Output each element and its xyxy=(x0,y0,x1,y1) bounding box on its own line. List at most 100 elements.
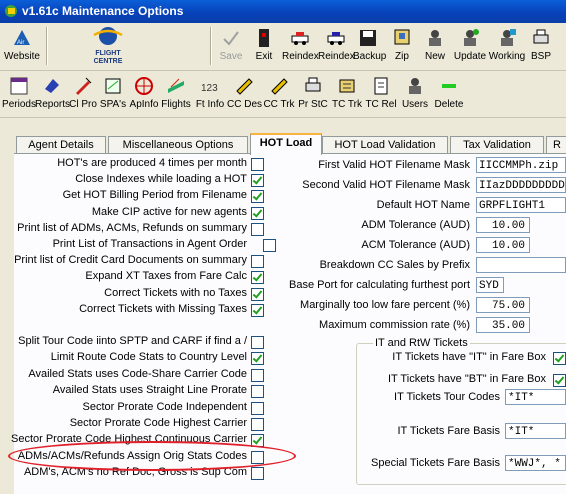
field-label: ACM Tolerance (AUD) xyxy=(361,239,470,251)
option-checkbox[interactable] xyxy=(251,158,264,171)
svg-text:123: 123 xyxy=(201,83,218,94)
option-checkbox[interactable] xyxy=(251,401,264,415)
new-button[interactable]: New xyxy=(420,27,450,62)
flights-icon xyxy=(168,78,184,93)
tab-hot-load[interactable]: HOT Load xyxy=(250,133,322,155)
field-input[interactable]: 75.00 xyxy=(476,297,530,313)
option-checkbox[interactable] xyxy=(251,255,264,269)
reports-icon xyxy=(45,79,59,93)
fare-basis-input[interactable]: *IT* xyxy=(505,423,566,439)
option-label: Split Tour Code iinto SPTP and CARF if f… xyxy=(18,335,247,347)
secondary-toolbar: Periods Reports Cl Pro SPA's ApInfo Flig… xyxy=(0,71,566,118)
tab-strip: Agent Details Miscellaneous Options HOT … xyxy=(0,133,566,155)
option-checkbox[interactable] xyxy=(251,336,264,349)
it-fare-box-checkbox[interactable] xyxy=(553,352,566,365)
bt-fare-box-checkbox[interactable] xyxy=(553,374,566,387)
pr-stc-button[interactable]: Pr StC xyxy=(296,75,330,110)
working-button[interactable]: Working xyxy=(487,27,527,62)
zip-button[interactable]: Zip xyxy=(387,27,417,62)
window-title: v1.61c Maintenance Options xyxy=(22,4,184,18)
exit-button[interactable]: Exit xyxy=(250,27,278,62)
apinfo-button[interactable]: ApInfo xyxy=(128,75,160,110)
printer-icon xyxy=(305,77,321,92)
pencil-icon xyxy=(76,77,92,95)
toolbar-separator xyxy=(210,27,212,65)
cc-des-button[interactable]: CC Des xyxy=(227,75,262,110)
tc-trk-button[interactable]: TC Trk xyxy=(330,75,364,110)
new-icon xyxy=(429,30,441,46)
field-input[interactable] xyxy=(476,257,566,273)
reindex-backup-button[interactable]: Reindex xyxy=(318,27,355,62)
option-checkbox[interactable] xyxy=(251,385,264,399)
field-input[interactable]: IICCMMPh.zip xyxy=(476,157,566,173)
tab-agent-details[interactable]: Agent Details xyxy=(16,136,106,153)
option-checkbox[interactable] xyxy=(251,303,264,317)
option-label: Get HOT Billing Period from Filename xyxy=(62,189,247,202)
cc-trk-button[interactable]: CC Trk xyxy=(261,75,297,110)
car-icon xyxy=(291,32,309,45)
tab-hot-load-validation[interactable]: HOT Load Validation xyxy=(322,136,448,153)
option-checkbox[interactable] xyxy=(251,352,264,366)
flight-centre-logo: FLIGHT CENTRE xyxy=(78,25,138,67)
save-button[interactable]: Save xyxy=(215,27,247,62)
bsp-button[interactable]: BSP xyxy=(528,27,554,62)
tab-tax-validation[interactable]: Tax Validation xyxy=(450,136,544,153)
field-input[interactable]: 10.00 xyxy=(476,217,530,233)
group-title: IT and RtW Tickets xyxy=(373,337,470,349)
field-label: Maximum commission rate (%) xyxy=(319,319,470,331)
floppy-icon xyxy=(360,30,376,46)
special-fare-basis-input[interactable]: *WWJ*, * xyxy=(505,455,566,471)
tc-rel-button[interactable]: TC Rel xyxy=(364,75,398,110)
tab-miscellaneous-options[interactable]: Miscellaneous Options xyxy=(108,136,248,153)
update-button[interactable]: Update xyxy=(452,27,488,62)
option-checkbox[interactable] xyxy=(251,190,264,204)
delete-button[interactable]: Delete xyxy=(432,75,466,110)
field-input[interactable]: SYD xyxy=(476,277,504,293)
option-checkbox[interactable] xyxy=(251,271,264,285)
globe-icon xyxy=(93,27,123,45)
tab-more[interactable]: R xyxy=(546,136,566,153)
option-checkbox[interactable] xyxy=(251,174,264,188)
website-button[interactable]: Air Website xyxy=(2,27,42,62)
users-button[interactable]: Users xyxy=(398,75,432,110)
check-icon xyxy=(223,31,239,46)
backup-button[interactable]: Backup xyxy=(353,27,386,62)
option-checkbox[interactable] xyxy=(251,222,264,236)
card-icon xyxy=(271,78,288,95)
fare-basis-label: IT Tickets Fare Basis xyxy=(397,425,501,437)
option-label: Availed Stats uses Code-Share Carrier Co… xyxy=(28,367,247,380)
option-checkbox[interactable] xyxy=(263,239,276,252)
svg-text:Air: Air xyxy=(17,40,24,46)
field-input[interactable]: GRPFLIGHT1 xyxy=(476,197,566,213)
printer-icon xyxy=(533,29,549,44)
ft-info-button[interactable]: 123 Ft Info xyxy=(193,75,227,110)
option-checkbox[interactable] xyxy=(251,368,264,382)
update-icon xyxy=(464,29,479,46)
tour-codes-input[interactable]: *IT* xyxy=(505,389,566,405)
field-input[interactable]: 10.00 xyxy=(476,237,530,253)
field-input[interactable]: IIazDDDDDDDDDD xyxy=(476,177,566,193)
option-label: Print list of ADMs, ACMs, Refunds on sum… xyxy=(17,221,247,234)
field-label: ADM Tolerance (AUD) xyxy=(361,219,470,231)
option-checkbox[interactable] xyxy=(251,467,264,481)
spas-button[interactable]: SPA's xyxy=(98,75,128,110)
tc-icon xyxy=(374,77,388,95)
option-checkbox[interactable] xyxy=(251,418,264,431)
cl-pro-button[interactable]: Cl Pro xyxy=(68,75,98,110)
title-bar: v1.61c Maintenance Options xyxy=(0,0,566,23)
option-label: Correct Tickets with Missing Taxes xyxy=(79,302,247,315)
option-label: Sector Prorate Code Highest Carrier xyxy=(69,417,247,429)
field-label: Breakdown CC Sales by Prefix xyxy=(319,259,470,271)
option-checkbox[interactable] xyxy=(251,206,264,220)
option-checkbox[interactable] xyxy=(251,287,264,301)
flights-button[interactable]: Flights xyxy=(160,75,192,110)
car-icon xyxy=(327,32,345,45)
reindex-button[interactable]: Reindex xyxy=(282,27,319,62)
reports-button[interactable]: Reports xyxy=(35,75,70,110)
option-label: Print list of Credit Card Documents on s… xyxy=(14,254,247,267)
field-label: Default HOT Name xyxy=(376,199,470,211)
field-input[interactable]: 35.00 xyxy=(476,317,530,333)
periods-button[interactable]: Periods xyxy=(2,75,36,110)
app-icon xyxy=(5,5,17,17)
bt-fare-box-label: IT Tickets have "BT" in Fare Box xyxy=(388,373,546,385)
